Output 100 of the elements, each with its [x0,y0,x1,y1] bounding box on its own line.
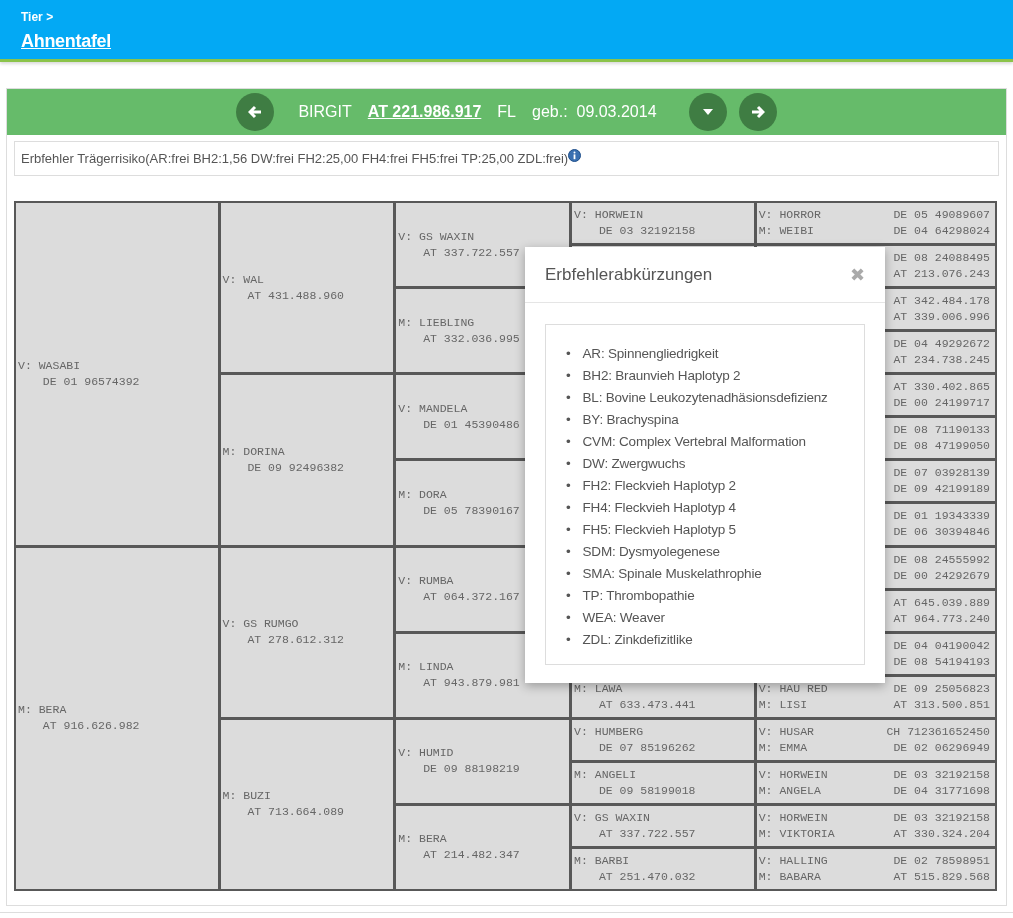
animal-name: M: EMMA [758,739,808,756]
breadcrumb-link[interactable]: Tier > [21,8,54,26]
animal-name: V: GS WAXIN [574,810,650,824]
animal-name: M: LIEBLING [398,315,475,329]
animal-id: DE 08 47199050 [893,438,990,455]
animal-name: V: GS WAXIN [398,229,475,243]
animal-id: DE 09 88198219 [423,762,520,776]
animal-id: DE 03 32192158 [598,224,696,238]
animal-name: M: VIKTORIA [758,825,835,842]
animal-id: DE 04 64298024 [893,223,990,240]
caret-down-icon [702,109,713,115]
animal-id: AT 337.722.557 [423,245,520,259]
bullet: • [566,587,571,605]
animal-name: V: WAL [222,272,264,286]
animal-name: V: HUSAR [758,723,814,740]
animal-id-link[interactable]: AT 221.986.917 [367,100,482,124]
next-button[interactable] [738,93,777,131]
animal-name: M: DORA [398,487,447,501]
animal-name: V: HORWEIN [758,809,828,826]
animal-name: M: BERA [398,832,447,846]
carrier-risk-text: Erbfehler Trägerrisiko(AR:frei BH2:1,56 DW:frei FH2:25,00 FH4:frei FH5:frei TP:25,00 ZDL:frei) [21,149,569,168]
animal-name: V: HALLING [758,852,828,869]
animal-name: V: GS RUMGO [222,617,299,631]
animal-id: AT 713.664.089 [247,805,344,819]
animal-name: V: HAU RED [758,680,828,697]
animal-id: AT 342.484.178 [893,293,990,310]
animal-id: AT 234.738.245 [893,352,990,369]
abbreviation-item: DW: Zwergwuchs [582,455,686,473]
animal-name: M: ANGELI [574,767,637,781]
animal-id: AT 214.482.347 [423,848,520,862]
animal-id: AT 064.372.167 [423,590,520,604]
close-button[interactable]: ✖ [850,265,865,284]
animal-name: M: BERA [18,703,67,717]
abbreviation-item: FH2: Fleckvieh Haplotyp 2 [582,477,736,495]
animal-name: V: WASABI [18,358,81,372]
bullet: • [566,609,571,627]
bullet: • [566,433,571,451]
animal-id: DE 08 71190133 [893,422,990,439]
animal-id: DE 09 92496382 [247,460,344,474]
animal-id: DE 09 42199189 [893,481,990,498]
abbreviation-item: WEA: Weaver [582,609,665,627]
bullet: • [566,345,571,363]
animal-id: DE 04 31771698 [893,782,990,799]
animal-id: DE 05 78390167 [423,503,520,517]
animal-name: M: ANGELA [758,782,821,799]
animal-id: DE 06 30394846 [893,524,990,541]
animal-id: AT 633.473.441 [598,697,696,711]
animal-id: DE 00 24292679 [893,567,990,584]
animal-id: DE 08 54194193 [893,653,990,670]
abbreviation-item: CVM: Complex Vertebral Malformation [582,433,806,451]
animal-id: AT 313.500.851 [893,696,990,713]
abbreviation-item: BY: Brachyspina [582,411,679,429]
previous-button[interactable] [236,93,275,131]
info-icon[interactable] [568,149,582,162]
bullet: • [566,411,571,429]
animal-id: AT 645.039.889 [893,594,990,611]
animal-name: M: DORINA [222,444,285,458]
animal-id: DE 02 78598951 [893,852,990,869]
animal-name: BIRGIT [298,102,352,122]
arrow-left-icon [248,105,263,119]
animal-id: DE 08 24555992 [893,551,990,568]
abbreviation-item: FH5: Fleckvieh Haplotyp 5 [582,521,736,539]
animal-name: V: HUMBERG [574,724,644,738]
animal-id: AT 964.773.240 [893,610,990,627]
dialog-title: Erbfehlerabkürzungen [545,263,713,286]
animal-id: DE 04 04190042 [893,637,990,654]
animal-id: AT 251.470.032 [598,869,696,883]
abbreviation-item: BL: Bovine Leukozytenadhäsionsdefizienz [582,389,828,407]
abbreviation-item: AR: Spinnengliedrigkeit [582,345,719,363]
animal-id: AT 332.036.995 [423,331,520,345]
animal-id: AT 337.722.557 [598,826,696,840]
bullet: • [566,631,571,649]
animal-name: V: HORROR [758,207,821,224]
animal-id: CH 712361652450 [886,723,990,740]
birth-date: geb.: 09.03.2014 [532,102,657,122]
animal-name: V: RUMBA [398,574,454,588]
abbreviation-item: TP: Thrombopathie [582,587,695,605]
animal-id: AT 339.006.996 [893,309,990,326]
arrow-right-icon [750,105,765,119]
animal-name: V: MANDELA [398,401,468,415]
animal-id: DE 07 85196262 [598,740,696,754]
animal-id: AT 330.402.865 [893,379,990,396]
animal-id: DE 02 06296949 [893,739,990,756]
animal-id: AT 213.076.243 [893,266,990,283]
bullet: • [566,367,571,385]
abbreviation-item: BH2: Braunvieh Haplotyp 2 [582,367,741,385]
page-title[interactable]: Ahnentafel [21,28,111,55]
animal-id: DE 07 03928139 [893,465,990,482]
animal-name: V: HUMID [398,746,454,760]
animal-id: DE 01 45390486 [423,417,520,431]
animal-name: V: HORWEIN [574,208,644,222]
animal-name: M: BUZI [222,789,271,803]
abbreviation-item: SDM: Dysmyolegenese [582,543,720,561]
bullet: • [566,477,571,495]
animal-name: M: WEIBI [758,223,814,240]
animal-id: AT 431.488.960 [247,288,344,302]
bullet: • [566,499,571,517]
animal-id: AT 330.324.204 [893,825,990,842]
breed-text: FL [497,102,516,122]
animal-id: AT 515.829.568 [893,868,990,885]
